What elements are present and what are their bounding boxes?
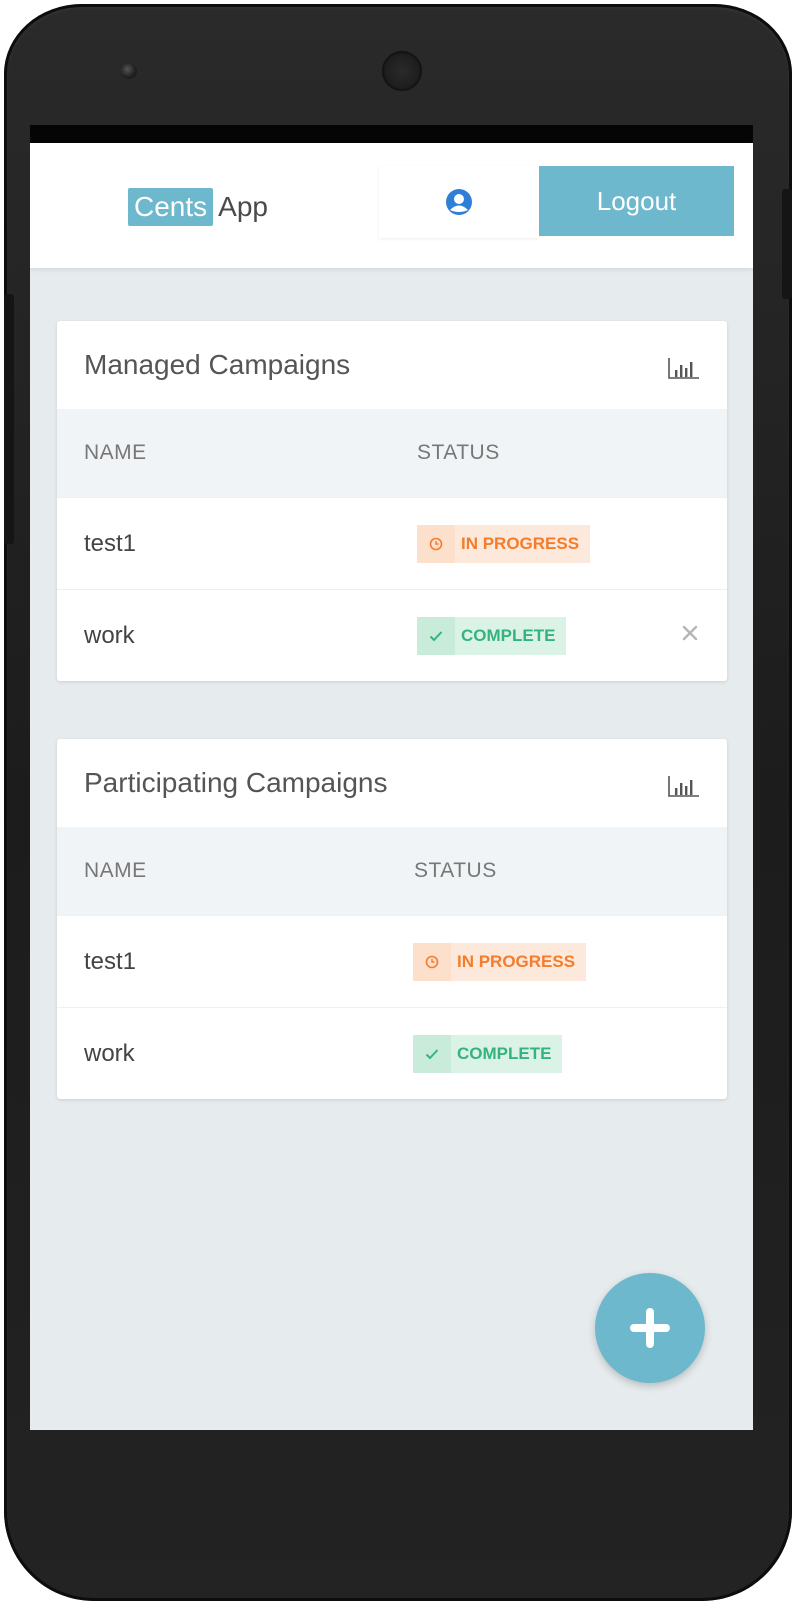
plus-icon	[630, 1308, 670, 1348]
clock-icon	[413, 942, 451, 981]
brand-name: App	[218, 191, 268, 222]
top-navbar: Cents App Logout	[30, 143, 753, 268]
table-row[interactable]: work COMPLETE	[57, 589, 727, 681]
status-badge: IN PROGRESS	[417, 524, 591, 563]
add-campaign-button[interactable]	[595, 1273, 705, 1383]
check-icon	[417, 616, 455, 655]
managed-campaigns-card: Managed Campaigns NAME STATUS test1 IN P…	[57, 321, 727, 681]
card-header: Participating Campaigns	[57, 739, 727, 827]
clock-icon	[417, 524, 455, 563]
table-row[interactable]: test1 IN PROGRESS	[57, 915, 727, 1007]
column-header-status: STATUS	[417, 441, 500, 464]
status-badge: IN PROGRESS	[413, 942, 587, 981]
status-label: IN PROGRESS	[451, 942, 587, 981]
logout-button[interactable]: Logout	[539, 166, 734, 236]
participating-campaigns-card: Participating Campaigns NAME STATUS test…	[57, 739, 727, 1099]
status-label: IN PROGRESS	[455, 524, 591, 563]
brand-logo[interactable]: Cents App	[128, 188, 268, 226]
table-row[interactable]: test1 IN PROGRESS	[57, 497, 727, 589]
bar-chart-icon[interactable]	[668, 775, 700, 797]
status-label: COMPLETE	[451, 1034, 563, 1073]
card-title: Participating Campaigns	[84, 767, 388, 798]
volume-button	[4, 294, 14, 544]
close-icon[interactable]	[680, 623, 700, 643]
user-circle-icon	[446, 189, 472, 215]
table-header: NAME STATUS	[57, 409, 727, 497]
card-header: Managed Campaigns	[57, 321, 727, 409]
brand-highlight: Cents	[128, 188, 214, 226]
table-row[interactable]: work COMPLETE	[57, 1007, 727, 1099]
power-button	[782, 189, 792, 299]
card-title: Managed Campaigns	[84, 349, 351, 380]
column-header-name: NAME	[84, 441, 147, 464]
campaign-name: work	[84, 621, 135, 649]
check-icon	[413, 1034, 451, 1073]
status-badge: COMPLETE	[417, 616, 567, 655]
table-header: NAME STATUS	[57, 827, 727, 915]
status-label: COMPLETE	[455, 616, 567, 655]
column-header-name: NAME	[84, 859, 147, 882]
profile-button[interactable]	[379, 166, 539, 238]
campaign-name: work	[84, 1039, 135, 1067]
campaign-name: test1	[84, 947, 137, 975]
bar-chart-icon[interactable]	[668, 357, 700, 379]
front-camera	[121, 63, 137, 79]
campaign-name: test1	[84, 529, 137, 557]
earpiece-speaker	[382, 51, 422, 91]
status-badge: COMPLETE	[413, 1034, 563, 1073]
status-bar	[30, 125, 753, 143]
column-header-status: STATUS	[414, 859, 497, 882]
app-screen: Cents App Logout Managed Campaigns NAME …	[30, 125, 753, 1430]
